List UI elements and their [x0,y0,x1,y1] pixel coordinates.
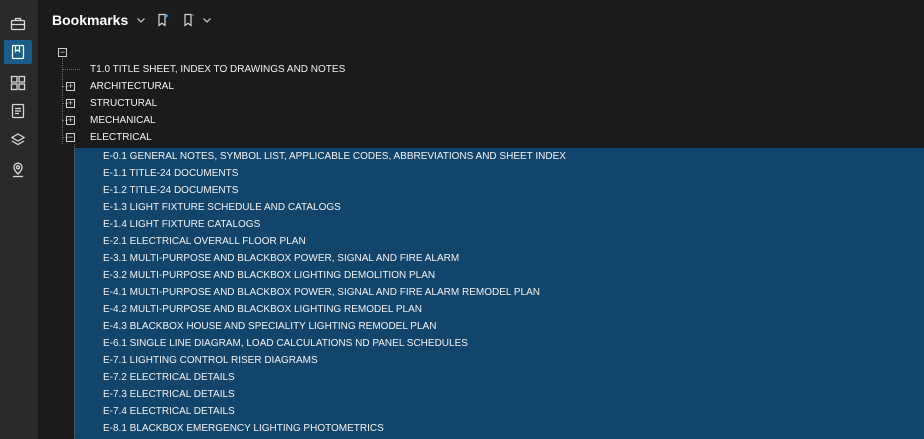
layers-icon[interactable] [4,128,32,152]
bookmark-label: E-1.2 TITLE-24 DOCUMENTS [103,185,239,196]
tree-item-e31[interactable]: E-3.1 MULTI-PURPOSE AND BLACKBOX POWER, … [38,250,924,267]
bookmark-label: ELECTRICAL [90,132,152,143]
tree-item-t1[interactable]: T1.0 TITLE SHEET, INDEX TO DRAWINGS AND … [38,61,924,78]
bookmark-label: STRUCTURAL [90,98,158,109]
bookmarks-panel: Bookmarks − T1.0 TITLE SHEET, INDEX TO D… [38,0,924,439]
tree-item-e11[interactable]: E-1.1 TITLE-24 DOCUMENTS [38,165,924,182]
bookmark-label: E-1.3 LIGHT FIXTURE SCHEDULE AND CATALOG… [103,202,341,213]
bookmark-label: E-4.2 MULTI-PURPOSE AND BLACKBOX LIGHTIN… [103,304,422,315]
bookmark-label: MECHANICAL [90,115,156,126]
expand-toggle[interactable]: + [66,82,75,91]
document-icon[interactable] [4,99,32,123]
bookmark-label: E-2.1 ELECTRICAL OVERALL FLOOR PLAN [103,236,306,247]
bookmark-label: E-4.3 BLACKBOX HOUSE AND SPECIALITY LIGH… [103,321,437,332]
bookmark-label: E-7.2 ELECTRICAL DETAILS [103,372,235,383]
bookmark-label: E-8.1 BLACKBOX EMERGENCY LIGHTING PHOTOM… [103,423,384,434]
tree-item-e81[interactable]: E-8.1 BLACKBOX EMERGENCY LIGHTING PHOTOM… [38,420,924,437]
left-toolbar [0,0,39,439]
root-collapse-toggle[interactable]: − [58,48,67,57]
bookmark-label: E-0.1 GENERAL NOTES, SYMBOL LIST, APPLIC… [103,151,566,162]
tree-item-e13[interactable]: E-1.3 LIGHT FIXTURE SCHEDULE AND CATALOG… [38,199,924,216]
bookmark-panel-icon[interactable] [4,40,32,64]
tree-item-e41[interactable]: E-4.1 MULTI-PURPOSE AND BLACKBOX POWER, … [38,284,924,301]
bookmark-options-icon[interactable] [182,13,196,27]
location-icon[interactable] [4,158,32,182]
briefcase-icon[interactable] [4,12,32,36]
expand-toggle[interactable]: + [66,116,75,125]
tree-item-e32[interactable]: E-3.2 MULTI-PURPOSE AND BLACKBOX LIGHTIN… [38,267,924,284]
tree-item-e74[interactable]: E-7.4 ELECTRICAL DETAILS [38,403,924,420]
bookmark-label: E-4.1 MULTI-PURPOSE AND BLACKBOX POWER, … [103,287,540,298]
tree-item-e12[interactable]: E-1.2 TITLE-24 DOCUMENTS [38,182,924,199]
tree-item-e21[interactable]: E-2.1 ELECTRICAL OVERALL FLOOR PLAN [38,233,924,250]
page-title: Bookmarks [52,12,129,28]
bookmark-label: T1.0 TITLE SHEET, INDEX TO DRAWINGS AND … [90,64,346,75]
bookmark-label: E-1.4 LIGHT FIXTURE CATALOGS [103,219,261,230]
tree-item-mechanical[interactable]: + MECHANICAL [38,112,924,129]
tree-item-electrical[interactable]: − ELECTRICAL [38,129,924,146]
tree-item-e14[interactable]: E-1.4 LIGHT FIXTURE CATALOGS [38,216,924,233]
expand-toggle[interactable]: + [66,99,75,108]
bookmark-label: E-7.1 LIGHTING CONTROL RISER DIAGRAMS [103,355,318,366]
options-chevron-down-icon[interactable] [200,13,214,27]
grid-icon[interactable] [4,71,32,95]
collapse-toggle[interactable]: − [66,133,75,142]
bookmark-label: E-6.1 SINGLE LINE DIAGRAM, LOAD CALCULAT… [103,338,468,349]
bookmark-label: E-3.1 MULTI-PURPOSE AND BLACKBOX POWER, … [103,253,460,264]
tree-item-structural[interactable]: + STRUCTURAL [38,95,924,112]
bookmark-label: E-3.2 MULTI-PURPOSE AND BLACKBOX LIGHTIN… [103,270,436,281]
bookmark-label: E-7.4 ELECTRICAL DETAILS [103,406,235,417]
tree-item-e01[interactable]: E-0.1 GENERAL NOTES, SYMBOL LIST, APPLIC… [38,148,924,165]
bookmark-label: E-1.1 TITLE-24 DOCUMENTS [103,168,239,179]
tree-item-e43[interactable]: E-4.3 BLACKBOX HOUSE AND SPECIALITY LIGH… [38,318,924,335]
tree-item-e42[interactable]: E-4.2 MULTI-PURPOSE AND BLACKBOX LIGHTIN… [38,301,924,318]
panel-header: Bookmarks [38,0,924,40]
tree-item-e61[interactable]: E-6.1 SINGLE LINE DIAGRAM, LOAD CALCULAT… [38,335,924,352]
bookmark-tree: − T1.0 TITLE SHEET, INDEX TO DRAWINGS AN… [38,44,924,439]
tree-root-row: − [38,44,924,61]
bookmark-label: ARCHITECTURAL [90,81,174,92]
tree-item-e71[interactable]: E-7.1 LIGHTING CONTROL RISER DIAGRAMS [38,352,924,369]
tree-item-e73[interactable]: E-7.3 ELECTRICAL DETAILS [38,386,924,403]
title-chevron-down-icon[interactable] [134,13,148,27]
new-bookmark-icon[interactable] [156,13,170,27]
tree-item-architectural[interactable]: + ARCHITECTURAL [38,78,924,95]
tree-item-e72[interactable]: E-7.2 ELECTRICAL DETAILS [38,369,924,386]
bookmark-label: E-7.3 ELECTRICAL DETAILS [103,389,235,400]
